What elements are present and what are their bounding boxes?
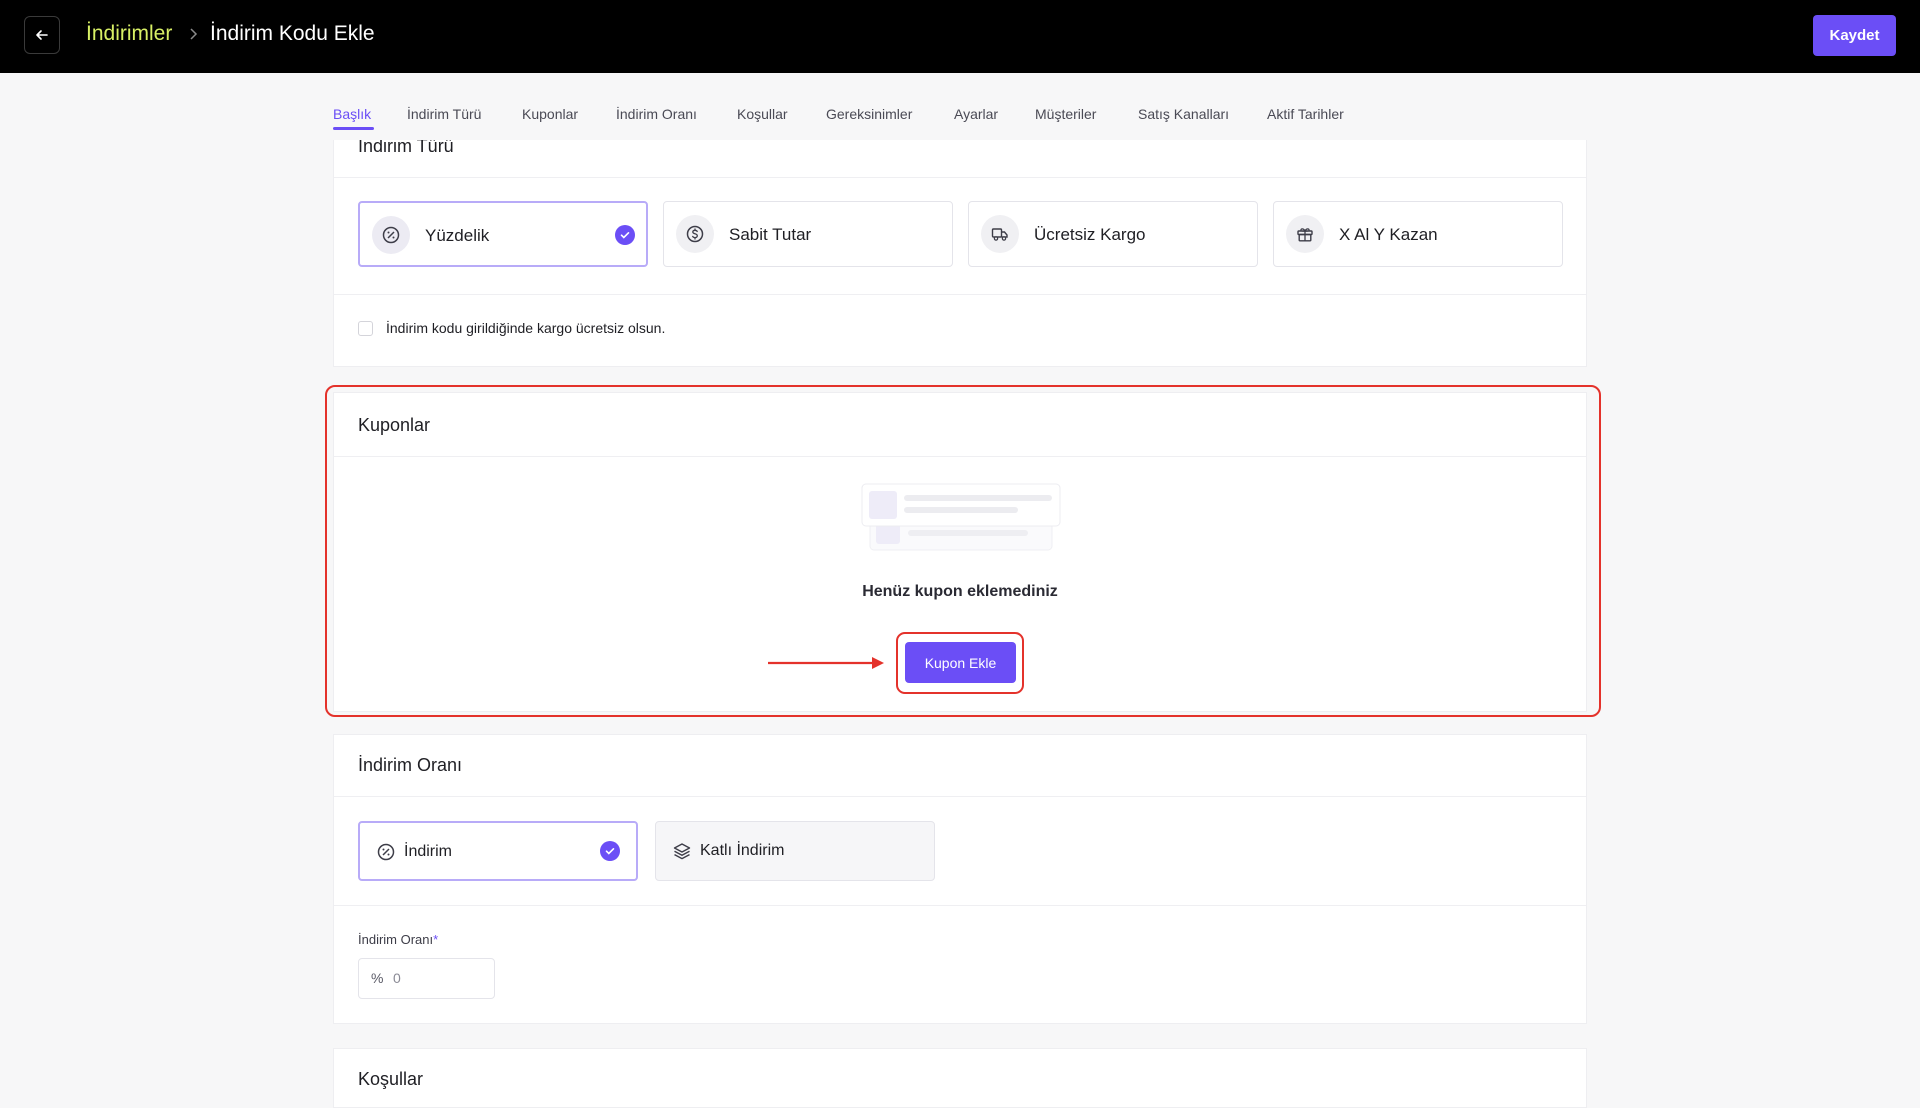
- truck-icon: [981, 215, 1019, 253]
- save-button[interactable]: Kaydet: [1813, 15, 1896, 56]
- percent-icon: [377, 843, 395, 861]
- card-title: Kuponlar: [358, 415, 431, 435]
- tab-kuponlar[interactable]: Kuponlar: [522, 106, 578, 122]
- conditions-card: Koşullar: [333, 1048, 1587, 1108]
- page-title: İndirim Kodu Ekle: [210, 22, 375, 45]
- free-shipping-checkbox[interactable]: [358, 321, 373, 336]
- tab-indirim-turu[interactable]: İndirim Türü: [407, 106, 481, 122]
- discount-type-card: İndirim Türü Yüzdelik Sabit Tutar Ücrets…: [333, 140, 1587, 367]
- tab-ayarlar[interactable]: Ayarlar: [954, 106, 998, 122]
- empty-state-text: Henüz kupon eklemediniz: [862, 583, 1058, 600]
- layers-icon: [673, 843, 691, 860]
- back-button[interactable]: [24, 16, 60, 54]
- tab-gereksinimler[interactable]: Gereksinimler: [826, 106, 912, 122]
- tab-musteriler[interactable]: Müşteriler: [1035, 106, 1096, 122]
- option-ucretsiz-kargo[interactable]: Ücretsiz Kargo: [968, 201, 1258, 267]
- free-shipping-label: İndirim kodu girildiğinde kargo ücretsiz…: [386, 320, 666, 336]
- add-coupon-button[interactable]: Kupon Ekle: [905, 642, 1016, 683]
- discount-rate-field-label: İndirim Oranı*: [358, 932, 439, 947]
- option-yuzdelik[interactable]: Yüzdelik: [358, 201, 648, 267]
- active-tab-indicator: [333, 127, 374, 130]
- option-indirim[interactable]: İndirim: [358, 821, 638, 881]
- dollar-icon: [676, 215, 714, 253]
- breadcrumb-link[interactable]: İndirimler: [86, 22, 172, 46]
- percent-prefix: %: [371, 970, 384, 986]
- tab-satis-kanallari[interactable]: Satış Kanalları: [1138, 106, 1229, 122]
- option-katli-indirim[interactable]: Katlı İndirim: [655, 821, 935, 881]
- option-label: Ücretsiz Kargo: [1034, 225, 1146, 244]
- discount-rate-field[interactable]: % 0: [358, 958, 495, 999]
- check-icon: [600, 841, 620, 861]
- discount-rate-card: İndirim Oranı İndirim Katlı İndirim İndi…: [333, 734, 1587, 1024]
- option-label: Sabit Tutar: [729, 225, 812, 244]
- annotation-arrow-icon: [768, 657, 884, 669]
- check-icon: [615, 225, 635, 245]
- tab-aktif-tarihler[interactable]: Aktif Tarihler: [1267, 106, 1344, 122]
- coupons-card: Kuponlar Henüz kupon eklemediniz Kupon E…: [333, 392, 1587, 712]
- required-mark: *: [433, 932, 439, 947]
- tab-baslik[interactable]: Başlık: [333, 106, 371, 122]
- discount-rate-input[interactable]: 0: [393, 970, 401, 986]
- option-label: Yüzdelik: [425, 226, 490, 245]
- gift-icon: [1286, 215, 1324, 253]
- top-bar: İndirimler İndirim Kodu Ekle Kaydet: [0, 0, 1920, 73]
- tab-indirim-orani[interactable]: İndirim Oranı: [616, 106, 697, 122]
- card-title: İndirim Oranı: [358, 755, 463, 775]
- option-sabit-tutar[interactable]: Sabit Tutar: [663, 201, 953, 267]
- tab-kosullar[interactable]: Koşullar: [737, 106, 788, 122]
- option-label: İndirim: [404, 843, 453, 860]
- percent-icon: [372, 216, 410, 254]
- option-x-al-y-kazan[interactable]: X Al Y Kazan: [1273, 201, 1563, 267]
- card-title: İndirim Türü: [358, 140, 454, 156]
- chevron-right-icon: [190, 28, 198, 40]
- option-label: Katlı İndirim: [700, 842, 785, 859]
- option-label: X Al Y Kazan: [1339, 225, 1438, 244]
- empty-list-illustration: [861, 483, 1061, 551]
- arrow-left-icon: [36, 30, 48, 40]
